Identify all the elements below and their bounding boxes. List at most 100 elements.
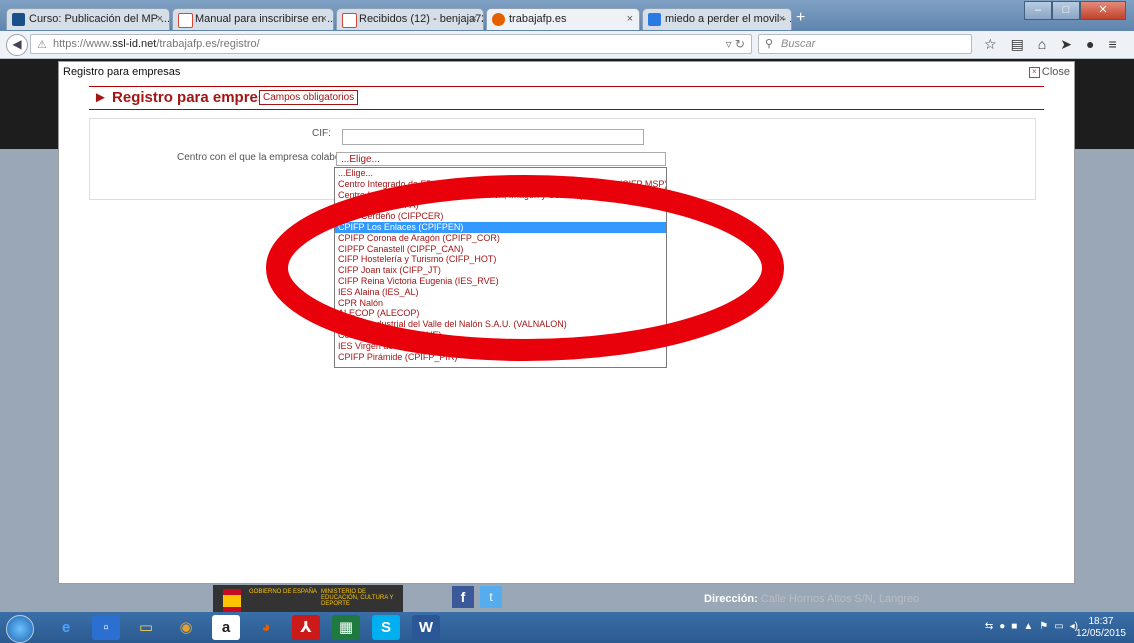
spain-flag-icon	[223, 589, 241, 613]
section-title: ► Registro para empresas	[93, 89, 283, 106]
dropdown-option[interactable]: CIFP Cerdeño (CIFPCER)	[335, 211, 666, 222]
flag-icon[interactable]: ⚑	[1039, 621, 1048, 632]
dropdown-option[interactable]: CIFP Avilés (CIFPA)	[335, 200, 666, 211]
centro-dropdown-list: ...Elige... Centro Integrado de FP de Man…	[334, 167, 667, 368]
gov-text: GOBIERNO DE ESPAÑA	[249, 589, 317, 595]
tab-close-icon[interactable]: ×	[321, 9, 327, 30]
dropdown-option[interactable]: IES Virgen de la Paloma (IESVP)	[335, 341, 666, 352]
back-arrow-icon[interactable]: ◀	[6, 34, 28, 56]
reading-list-icon[interactable]: ▤	[1011, 36, 1024, 53]
word-icon[interactable]: W	[412, 615, 440, 640]
amazon-icon[interactable]: a	[212, 615, 240, 640]
dropdown-option[interactable]: Centro Integrado de FP de Comunicación, …	[335, 190, 666, 201]
tab-close-icon[interactable]: ×	[471, 9, 477, 30]
course-favicon-icon	[12, 13, 25, 26]
registration-modal: Registro para empresas × Close ► Registro…	[58, 61, 1075, 584]
app-icon[interactable]: ▫	[92, 615, 120, 640]
section-header: ► Registro para empresas Campos obligato…	[89, 86, 1044, 110]
reload-icon[interactable]: ▿ ↻	[726, 37, 745, 51]
dropdown-option[interactable]: ALECOP (ALECOP)	[335, 308, 666, 319]
network-icon[interactable]: ⇆	[985, 621, 993, 632]
dropdown-option[interactable]: CPIFP Corona de Aragón (CPIFP_COR)	[335, 233, 666, 244]
dropdown-option[interactable]: Centro Integrado de FP de Mantenimiento …	[335, 179, 666, 190]
browser-tab-5[interactable]: miedo a perder el movil - ... ×	[642, 8, 792, 30]
dropdown-option[interactable]: Ciudad Industrial del Valle del Nalón S.…	[335, 319, 666, 330]
ministry-text: MINISTERIO DE EDUCACIÓN, CULTURA Y DEPOR…	[321, 589, 394, 607]
tray-app-icon[interactable]: ■	[1011, 621, 1017, 632]
maximize-icon[interactable]: □	[1052, 1, 1080, 20]
gmail-icon	[342, 13, 357, 28]
warning-icon: ⚠	[37, 39, 47, 51]
url-bar[interactable]: ⚠ https://www.ssl-id.net/trabajafp.es/re…	[30, 34, 752, 54]
minimize-icon[interactable]: –	[1024, 1, 1052, 20]
tab-label: Manual para inscribirse en ...	[195, 13, 334, 25]
dropdown-option[interactable]: CIFP Joan taix (CIFP_JT)	[335, 265, 666, 276]
modal-title: Registro para empresas	[63, 66, 181, 78]
tab-close-icon[interactable]: ×	[627, 9, 633, 30]
tab-label: miedo a perder el movil - ...	[665, 13, 792, 25]
window-controls: – □ ✕	[1024, 1, 1126, 20]
browser-tab-3[interactable]: Recibidos (12) - benjaja72... ×	[336, 8, 484, 30]
dropdown-option-selected[interactable]: CPIFP Los Enlaces (CPIFPEN)	[335, 221, 666, 233]
close-window-icon[interactable]: ✕	[1080, 1, 1126, 20]
start-button-icon[interactable]	[6, 615, 34, 643]
facebook-icon[interactable]: f	[452, 586, 474, 608]
social-links: f t	[452, 586, 504, 608]
tab-label: Recibidos (12) - benjaja72...	[359, 13, 484, 25]
excel-icon[interactable]: ▦	[332, 615, 360, 640]
home-icon[interactable]: ⌂	[1038, 36, 1046, 53]
firefox-icon[interactable]: ◕	[252, 615, 280, 640]
bookmark-star-icon[interactable]: ☆	[984, 36, 997, 53]
dropdown-option[interactable]: IES Alaina (IES_AL)	[335, 287, 666, 298]
dropdown-option[interactable]: CPIFP Pirámide (CPIFP_PIR)	[335, 352, 666, 363]
tray-app-icon[interactable]: ●	[999, 621, 1005, 632]
dropdown-option[interactable]: CIFP Hostelería y Turismo (CIFP_HOT)	[335, 254, 666, 265]
dropdown-option[interactable]: CIPFP Canastell (CIPFP_CAN)	[335, 244, 666, 255]
file-explorer-icon[interactable]: ▭	[132, 615, 160, 640]
centro-label: Centro con el que la empresa colabora	[177, 152, 350, 163]
new-tab-icon[interactable]: +	[796, 9, 805, 27]
required-fields-note: Campos obligatorios	[259, 90, 359, 105]
cif-label: CIF:	[312, 128, 331, 139]
bing-icon	[648, 13, 661, 26]
acrobat-icon[interactable]: ⅄	[292, 615, 320, 640]
clock: 18:37 12/05/2015	[1076, 616, 1126, 640]
windows-taskbar: e ▫ ▭ ◉ a ◕ ⅄ ▦ S W ⇆ ● ■ ▲ ⚑ ▭ ◂) 18:37…	[0, 612, 1134, 643]
monitor-icon[interactable]: ▭	[1054, 621, 1063, 632]
chat-icon[interactable]: ●	[1086, 36, 1094, 53]
dropdown-option[interactable]: CIFP Reina Victoria Eugenia (IES_RVE)	[335, 276, 666, 287]
cif-input[interactable]	[342, 129, 644, 145]
search-box[interactable]: ⚲ Buscar	[758, 34, 972, 54]
tab-label: Curso: Publicación del MP ...	[29, 13, 170, 25]
tab-close-icon[interactable]: ×	[157, 9, 163, 30]
dropdown-option[interactable]: Centro de prueba (PRUE)	[335, 330, 666, 341]
twitter-icon[interactable]: t	[480, 586, 502, 608]
tab-strip: Curso: Publicación del MP ... × Manual p…	[0, 0, 1134, 31]
tab-close-icon[interactable]: ×	[779, 9, 785, 30]
modal-close-button[interactable]: × Close	[1028, 66, 1070, 78]
address-line: Dirección: Calle Hornos Altos S/N, Langr…	[704, 593, 920, 605]
clock-time: 18:37	[1088, 616, 1114, 627]
skype-icon[interactable]: S	[372, 615, 400, 640]
page-content: Registro para empresas × Close ► Registro…	[0, 59, 1134, 617]
firefox-icon	[492, 13, 505, 26]
search-placeholder: Buscar	[781, 38, 816, 50]
dropdown-option[interactable]: ...Elige...	[335, 168, 666, 179]
gmail-icon	[178, 13, 193, 28]
browser-tab-1[interactable]: Curso: Publicación del MP ... ×	[6, 8, 170, 30]
tab-label: trabajafp.es	[509, 13, 567, 25]
clock-date: 12/05/2015	[1075, 628, 1126, 639]
dropdown-option[interactable]: CPR Nalón	[335, 298, 666, 309]
chrome-icon[interactable]: ◉	[172, 615, 200, 640]
browser-tab-2[interactable]: Manual para inscribirse en ... ×	[172, 8, 334, 30]
internet-explorer-icon[interactable]: e	[52, 615, 80, 640]
toolbar-icons: ☆ ▤ ⌂ ➤ ● ≡	[984, 36, 1117, 53]
navigation-bar: ◀ ⚠ https://www.ssl-id.net/trabajafp.es/…	[0, 31, 1134, 59]
centro-select[interactable]: ...Elige...	[336, 152, 666, 166]
send-icon[interactable]: ➤	[1060, 36, 1072, 53]
close-icon: ×	[1028, 66, 1040, 78]
browser-tab-4-active[interactable]: trabajafp.es ×	[486, 8, 640, 30]
search-icon: ⚲	[765, 38, 774, 50]
tray-app-icon[interactable]: ▲	[1023, 621, 1033, 632]
menu-icon[interactable]: ≡	[1108, 36, 1116, 53]
